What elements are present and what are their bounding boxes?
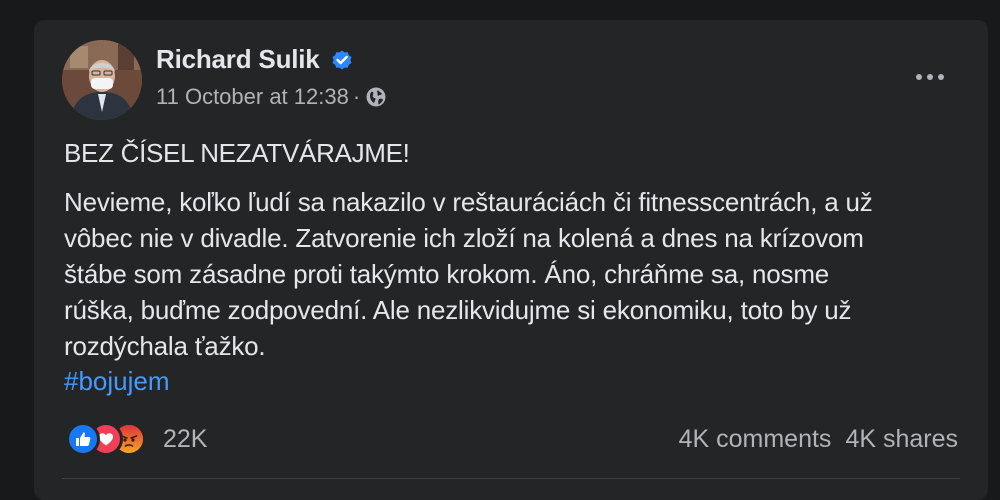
post-meta: 11 October at 12:38 · [156,84,387,110]
verified-badge-icon [332,50,352,69]
meta-separator: · [352,84,361,109]
avatar[interactable] [62,40,142,120]
post-headline: BEZ ČÍSEL NEZATVÁRAJME! [64,138,410,168]
globe-icon[interactable] [365,86,387,108]
like-reaction-icon [66,422,100,456]
more-dot-icon [938,74,944,80]
reactions-summary[interactable]: 22K [66,422,207,456]
divider [62,478,960,479]
more-options-button[interactable] [906,60,954,94]
shares-count-link[interactable]: 4K shares [845,425,958,454]
post-body: Nevieme, koľko ľudí sa nakazilo v reštau… [64,187,873,361]
author-row: Richard Sulik [156,44,354,75]
profile-photo [62,40,142,120]
more-dot-icon [916,74,922,80]
comments-count-link[interactable]: 4K comments [679,425,832,454]
hashtag-link[interactable]: #bojujem [64,366,170,397]
author-name[interactable]: Richard Sulik [156,44,320,75]
post-card: Richard Sulik 11 October at 12:38 · BEZ … [34,20,988,500]
post-timestamp[interactable]: 11 October at 12:38 [156,84,349,110]
reaction-count[interactable]: 22K [163,425,207,454]
engagement-stats: 4K comments 4K shares [679,425,958,454]
more-dot-icon [927,74,933,80]
